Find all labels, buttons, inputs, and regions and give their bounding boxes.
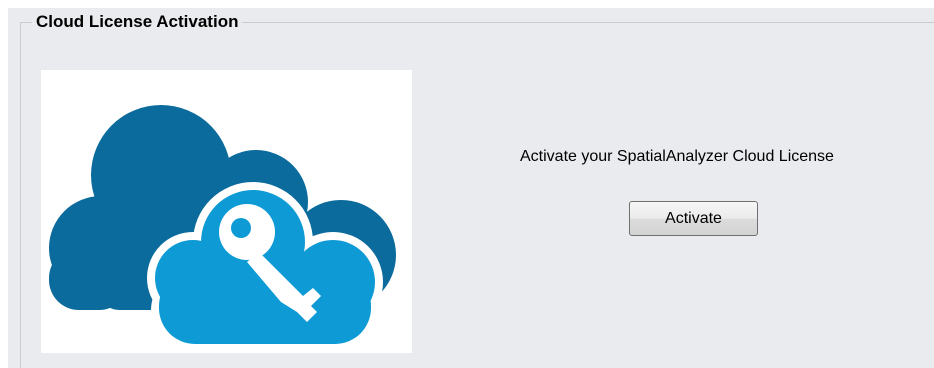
cloud-key-icon: [49, 105, 396, 352]
cloud-license-window: Cloud License Activation Activate your S…: [0, 0, 934, 368]
cloud-license-logo: [41, 70, 412, 353]
activation-prompt: Activate your SpatialAnalyzer Cloud Lice…: [520, 148, 834, 165]
activate-button[interactable]: Activate: [629, 201, 758, 236]
groupbox-title: Cloud License Activation: [32, 12, 243, 32]
